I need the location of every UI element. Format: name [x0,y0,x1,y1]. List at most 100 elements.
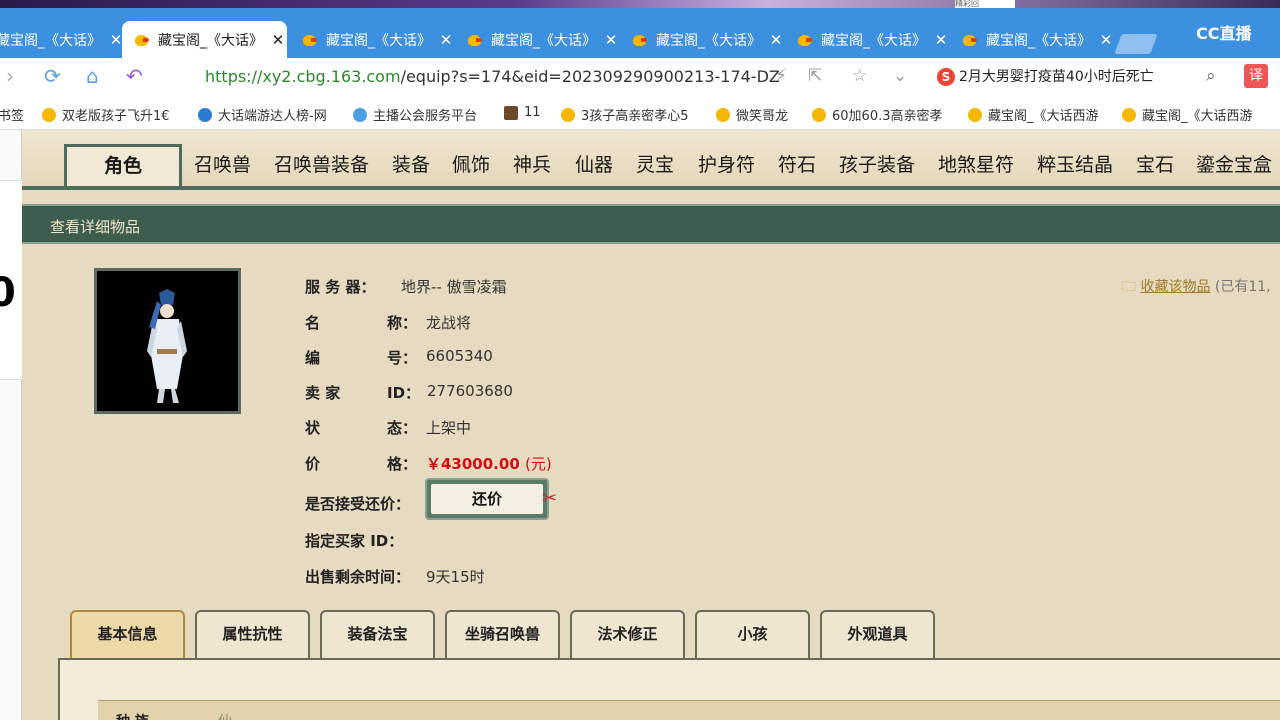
cbg-page: 角色 召唤兽 召唤兽装备 装备 佩饰 神兵 仙器 灵宝 护身符 符石 孩子装备 … [22,130,1280,720]
bookmark-item[interactable]: 主播公会服务平台 [353,105,477,124]
browser-tab[interactable]: 藏宝阁_《大话》 ✕ [620,21,785,58]
close-icon[interactable]: ✕ [437,31,455,49]
bookmark-item[interactable]: 大话端游达人榜-网 [198,105,327,124]
chick-icon [42,107,56,122]
remain-time-label: 出售剩余时间： [305,568,411,586]
browser-tab[interactable]: 藏宝阁_《大话》 ✕ [950,21,1115,58]
subtab[interactable]: 属性抗性 [195,610,310,660]
seller-id-value: 277603680 [427,382,513,400]
nav-tab[interactable]: 鎏金宝盒 [1196,150,1272,177]
close-icon[interactable]: ✕ [932,31,950,49]
name-value: 龙战将 [426,314,472,332]
chick-icon [812,107,826,122]
forward-icon[interactable]: › [6,64,14,88]
price-label-suffix: 格： [387,455,418,473]
subtab[interactable]: 装备法宝 [320,610,435,660]
translate-button[interactable]: 译 [1244,64,1268,88]
subtab[interactable]: 外观道具 [820,610,935,660]
browser-tab[interactable]: 藏宝阁_《大话》 ✕ [0,21,125,58]
nav-tab[interactable]: 孩子装备 [839,150,915,177]
undo-icon[interactable]: ↶ [126,64,143,88]
side-panel-digit: 0 [0,270,16,316]
favorite-link[interactable]: 🗀 收藏该物品 (已有11, [1122,276,1271,300]
bookmark-item[interactable]: 藏宝阁_《大话西游 [1122,105,1253,124]
nav-tab[interactable]: 神兵 [513,150,551,177]
left-side-panel: 0 [0,130,22,720]
subtab[interactable]: 法术修正 [570,610,685,660]
close-icon[interactable]: ✕ [602,31,620,49]
browser-tab[interactable]: 藏宝阁_《大话》 ✕ [785,21,950,58]
bargain-button[interactable]: 还价 [425,478,549,520]
bookmark-item[interactable]: 藏宝阁_《大话西游 [968,105,1099,124]
nav-tab[interactable]: 灵宝 [636,150,674,177]
nav-tab[interactable]: 召唤兽 [194,150,251,177]
reload-icon[interactable]: ⟳ [44,64,61,88]
bookmark-item[interactable]: 双老版孩子飞升1€ [42,105,170,124]
chick-icon [467,33,483,47]
code-value: 6605340 [426,347,493,365]
nav-tab[interactable]: 符石 [778,150,816,177]
chick-icon [962,33,978,47]
main-nav: 角色 召唤兽 召唤兽装备 装备 佩饰 神兵 仙器 灵宝 护身符 符石 孩子装备 … [22,130,1280,190]
lightning-icon[interactable]: ⚡ [775,66,787,86]
new-tab-button[interactable] [1114,34,1158,54]
nav-tab[interactable]: 召唤兽装备 [274,150,369,177]
search-suggestion[interactable]: S 2月大男婴打疫苗40小时后死亡 [937,66,1154,86]
buyer-id-label: 指定买家 ID： [305,532,404,550]
section-title: 查看详细物品 [50,218,141,236]
nav-tab[interactable]: 护身符 [698,150,755,177]
status-label-suffix: 态： [387,419,418,437]
subtab[interactable]: 小孩 [695,610,810,660]
home-icon[interactable]: ⌂ [86,64,99,88]
browser-tab[interactable]: 藏宝阁_《大话》 ✕ [455,21,620,58]
url-field[interactable]: https://xy2.cbg.163.com/equip?s=174&eid=… [205,67,780,86]
nav-tab-role[interactable]: 角色 [64,144,182,190]
chick-icon [561,107,575,122]
bookmark-item[interactable]: 11 [504,105,541,120]
c-logo-icon [198,107,212,122]
nav-tab[interactable]: 粹玉结晶 [1037,150,1113,177]
top-strip: 精彩回 [0,0,1280,8]
price-label: 价 [305,455,321,473]
chick-icon [968,107,982,122]
bookmark-item[interactable]: 3孩子高亲密孝心5 [561,105,689,124]
sogou-icon: S [937,68,955,86]
close-icon[interactable]: ✕ [1097,31,1115,49]
game-icon [504,105,518,120]
subtab[interactable]: 坐骑召唤兽 [445,610,560,660]
nav-tab[interactable]: 宝石 [1136,150,1174,177]
chick-icon [797,33,813,47]
race-label: 种 族 [116,711,149,720]
search-icon[interactable]: ⌕ [1206,66,1216,86]
cloud-icon [353,107,367,122]
nav-tab[interactable]: 地煞星符 [938,150,1014,177]
bookmark-item[interactable]: 60加60.3高亲密孝 [812,105,943,124]
subtab-basic-info[interactable]: 基本信息 [70,610,185,660]
chick-icon [302,33,318,47]
star-icon[interactable]: ☆ [852,66,867,86]
bookmark-item[interactable]: 书签 [0,105,24,124]
bargain-label: 是否接受还价： [305,495,411,513]
detail-row: 种 族 仙 [98,700,1280,720]
share-icon[interactable]: ⇱ [808,66,822,86]
browser-tab-active[interactable]: 藏宝阁_《大话》 ✕ [122,21,287,58]
nav-tab[interactable]: 装备 [392,150,430,177]
close-icon[interactable]: ✕ [767,31,785,49]
bookmark-item[interactable]: 微笑哥龙 [716,105,788,124]
top-snippet: 精彩回 [955,0,1015,8]
status-value: 上架中 [426,419,472,437]
chick-icon [1122,107,1136,122]
server-label: 服 务 器： [305,278,376,296]
character-figure-image [147,289,187,403]
status-label: 状 [305,419,321,437]
name-label: 名 [305,314,321,332]
chevron-down-icon[interactable]: ⌄ [893,66,907,86]
browser-tab-bar: 藏宝阁_《大话》 ✕ 藏宝阁_《大话》 ✕ 藏宝阁_《大话》 ✕ 藏宝阁_《大话》 ✕ … [0,8,1280,58]
close-icon[interactable]: ✕ [269,31,287,49]
seller-label: 卖 家 [305,384,341,402]
nav-tab[interactable]: 佩饰 [452,150,490,177]
nav-tab[interactable]: 仙器 [575,150,613,177]
section-header: 查看详细物品 [22,204,1280,244]
chick-icon [134,33,150,47]
browser-tab[interactable]: 藏宝阁_《大话》 ✕ [290,21,455,58]
